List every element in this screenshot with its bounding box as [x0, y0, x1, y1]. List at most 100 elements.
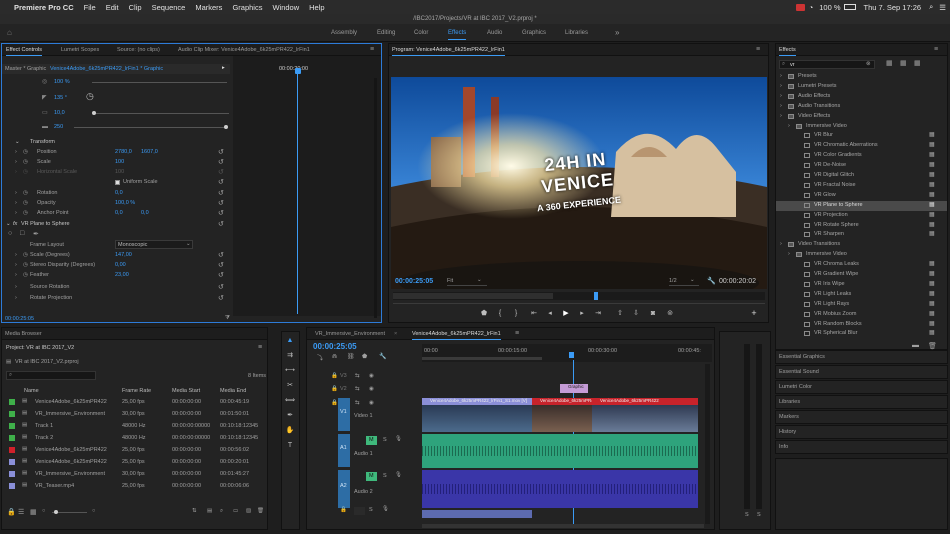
creative-cloud-icon[interactable]	[795, 3, 805, 11]
tab-program[interactable]: Program: Venice4Adobe_6k25mPR422_lrFin1	[392, 44, 505, 56]
snap-icon[interactable]: ⋒	[332, 353, 337, 360]
battery-icon[interactable]	[843, 4, 856, 10]
angle-dial-icon[interactable]: ◷	[86, 92, 94, 101]
effects-tree-item[interactable]: VR Plane to Sphere ▦	[776, 200, 947, 211]
v1-lock-icon[interactable]: 🔒	[331, 400, 338, 406]
project-item-row[interactable]: ▤ VR_Teaser.mp4 25,00 fps 00:00:00:00 00:00:…	[2, 480, 267, 492]
wifi-icon[interactable]: ◔	[809, 3, 814, 12]
opacity-value[interactable]: 100,0 %	[115, 200, 135, 206]
zoom-in-icon[interactable]: ○	[92, 508, 95, 514]
effects-tree-item[interactable]: VR Blur ▦	[776, 131, 947, 141]
spotlight-icon[interactable]: ⌕	[929, 2, 933, 12]
timeline-hscroll[interactable]	[422, 524, 704, 528]
tab-sequence-venice[interactable]: Venice4Adobe_6k25mPR422_lrFin1	[412, 328, 501, 340]
a1-clip[interactable]	[422, 434, 698, 468]
yuv-filter-icon[interactable]: ▦	[914, 59, 921, 67]
automate-icon[interactable]: ▤	[207, 508, 212, 514]
stereo-disparity-value[interactable]: 0,00	[115, 262, 126, 268]
32bit-filter-icon[interactable]: ▦	[900, 59, 907, 67]
add-marker-icon[interactable]: ⬟	[479, 309, 489, 319]
rotate-proj-twirl-icon[interactable]: ›	[15, 295, 17, 301]
opacity-stopwatch-icon[interactable]: ◷	[23, 200, 28, 206]
tab-sequence-vr[interactable]: VR_Immersive_Environment	[315, 328, 385, 340]
project-item-row[interactable]: ▤ Venice4Adobe_6k25mPR422 25,00 fps 00:00:0…	[2, 396, 267, 408]
anchor-x[interactable]: 0,0	[115, 210, 123, 216]
program-menu-icon[interactable]: ≡	[756, 44, 760, 56]
rect-mask-icon[interactable]: □	[20, 230, 24, 237]
effects-tree-item[interactable]: › Video Transitions	[776, 240, 947, 250]
rotation-twirl-icon[interactable]: ›	[15, 190, 17, 196]
type-tool-icon[interactable]: T	[285, 441, 295, 451]
menu-window[interactable]: Window	[272, 3, 299, 12]
mark-out-icon[interactable]: }	[511, 309, 521, 319]
folder-twirl-icon[interactable]: ›	[780, 112, 782, 122]
zoom-out-icon[interactable]: ○	[42, 508, 45, 514]
go-to-in-icon[interactable]: ⇤	[529, 309, 539, 319]
disparity-stopwatch-icon[interactable]: ◷	[23, 262, 28, 268]
project-search-field[interactable]: ⌕	[6, 371, 96, 380]
v1-sync-icon[interactable]: ⇆	[355, 400, 360, 406]
label-color-swatch[interactable]	[9, 411, 15, 417]
video-clip-3[interactable]: Venice4Adobe_6k25mPR422	[592, 398, 698, 432]
razor-tool-icon[interactable]: ✂	[285, 381, 295, 391]
ec-scrollbar[interactable]	[374, 78, 377, 318]
scale-reset-icon[interactable]: ↺	[218, 158, 224, 166]
list-view-icon[interactable]: ☰	[18, 508, 24, 516]
sort-icon[interactable]: ⇅	[192, 508, 197, 514]
folder-twirl-icon[interactable]: ›	[780, 102, 782, 112]
effects-tree-item[interactable]: › Immersive Video	[776, 250, 947, 260]
effects-tree-item[interactable]: VR Color Gradients ▦	[776, 151, 947, 161]
project-title[interactable]: Project: VR at IBC 2017_V2	[6, 345, 74, 351]
ec-timecode[interactable]: 00:00:25:05	[5, 316, 34, 322]
nest-icon[interactable]: ⤵	[317, 353, 323, 362]
position-twirl-icon[interactable]: ›	[15, 149, 17, 155]
anchor-reset-icon[interactable]: ↺	[218, 209, 224, 217]
vr-effect-name[interactable]: VR Plane to Sphere	[21, 221, 70, 227]
scale-stopwatch-icon[interactable]: ◷	[23, 159, 28, 165]
opacity-reset-icon[interactable]: ↺	[218, 199, 224, 207]
vr-video-icon[interactable]: ⊚	[665, 309, 675, 319]
workspace-editing[interactable]: Editing	[377, 24, 395, 42]
timeline-playhead-handle[interactable]	[569, 352, 574, 358]
vr-effect-chevron-icon[interactable]: ⌄	[6, 221, 11, 227]
menu-help[interactable]: Help	[309, 3, 324, 12]
menu-clip[interactable]: Clip	[129, 3, 142, 12]
feather-twirl-icon[interactable]: ›	[15, 272, 17, 278]
workspace-more-button[interactable]: »	[615, 24, 619, 42]
effects-tree-item[interactable]: VR Chroma Leaks ▦	[776, 260, 947, 270]
effects-tree-item[interactable]: VR Sharpen ▦	[776, 230, 947, 240]
a2-voiceover-icon[interactable]: 🎙	[395, 472, 402, 478]
v3-sync-icon[interactable]: ⇆	[355, 373, 360, 379]
workspace-color[interactable]: Color	[414, 24, 428, 42]
anchor-y[interactable]: 0,0	[141, 210, 149, 216]
a3-solo-label[interactable]: S	[369, 507, 373, 513]
effects-tree-item[interactable]: › Lumetri Presets	[776, 82, 947, 92]
position-x[interactable]: 2780,0	[115, 149, 132, 155]
folder-twirl-icon[interactable]: ›	[788, 250, 790, 260]
meter-solo-left[interactable]: S	[745, 512, 749, 518]
position-reset-icon[interactable]: ↺	[218, 148, 224, 156]
a3-voiceover-icon[interactable]: 🎙	[382, 506, 389, 512]
a3-mute[interactable]	[354, 507, 365, 515]
effects-tree-item[interactable]: › Presets	[776, 72, 947, 82]
export-frame-icon[interactable]: ◙	[648, 309, 658, 319]
menu-edit[interactable]: Edit	[106, 3, 119, 12]
a1-voiceover-icon[interactable]: 🎙	[395, 436, 402, 442]
effects-tree-item[interactable]: VR Projection ▦	[776, 211, 947, 221]
col-media-start[interactable]: Media Start	[172, 388, 200, 394]
a3-clip[interactable]	[422, 510, 532, 518]
transform-chevron-icon[interactable]: ⌄	[15, 139, 20, 145]
new-bin-icon[interactable]: ▬	[912, 342, 919, 349]
find-icon[interactable]: ⌕	[220, 508, 223, 515]
folder-twirl-icon[interactable]: ›	[780, 82, 782, 92]
timeline-timecode[interactable]: 00:00:25:05	[313, 342, 357, 351]
scrubber-playhead[interactable]	[594, 292, 598, 300]
col-frame-rate[interactable]: Frame Rate	[122, 388, 151, 394]
write-protect-icon[interactable]: 🔒	[7, 508, 16, 516]
collapsed-panel-header[interactable]: History	[775, 425, 948, 439]
track-select-tool-icon[interactable]: ⇉	[285, 351, 295, 361]
workspace-graphics[interactable]: Graphics	[522, 24, 546, 42]
new-bin-project-icon[interactable]: ▭	[233, 508, 238, 514]
effects-tree-item[interactable]: VR Mobius Zoom ▦	[776, 310, 947, 320]
linked-selection-icon[interactable]: ⛓	[347, 353, 355, 360]
